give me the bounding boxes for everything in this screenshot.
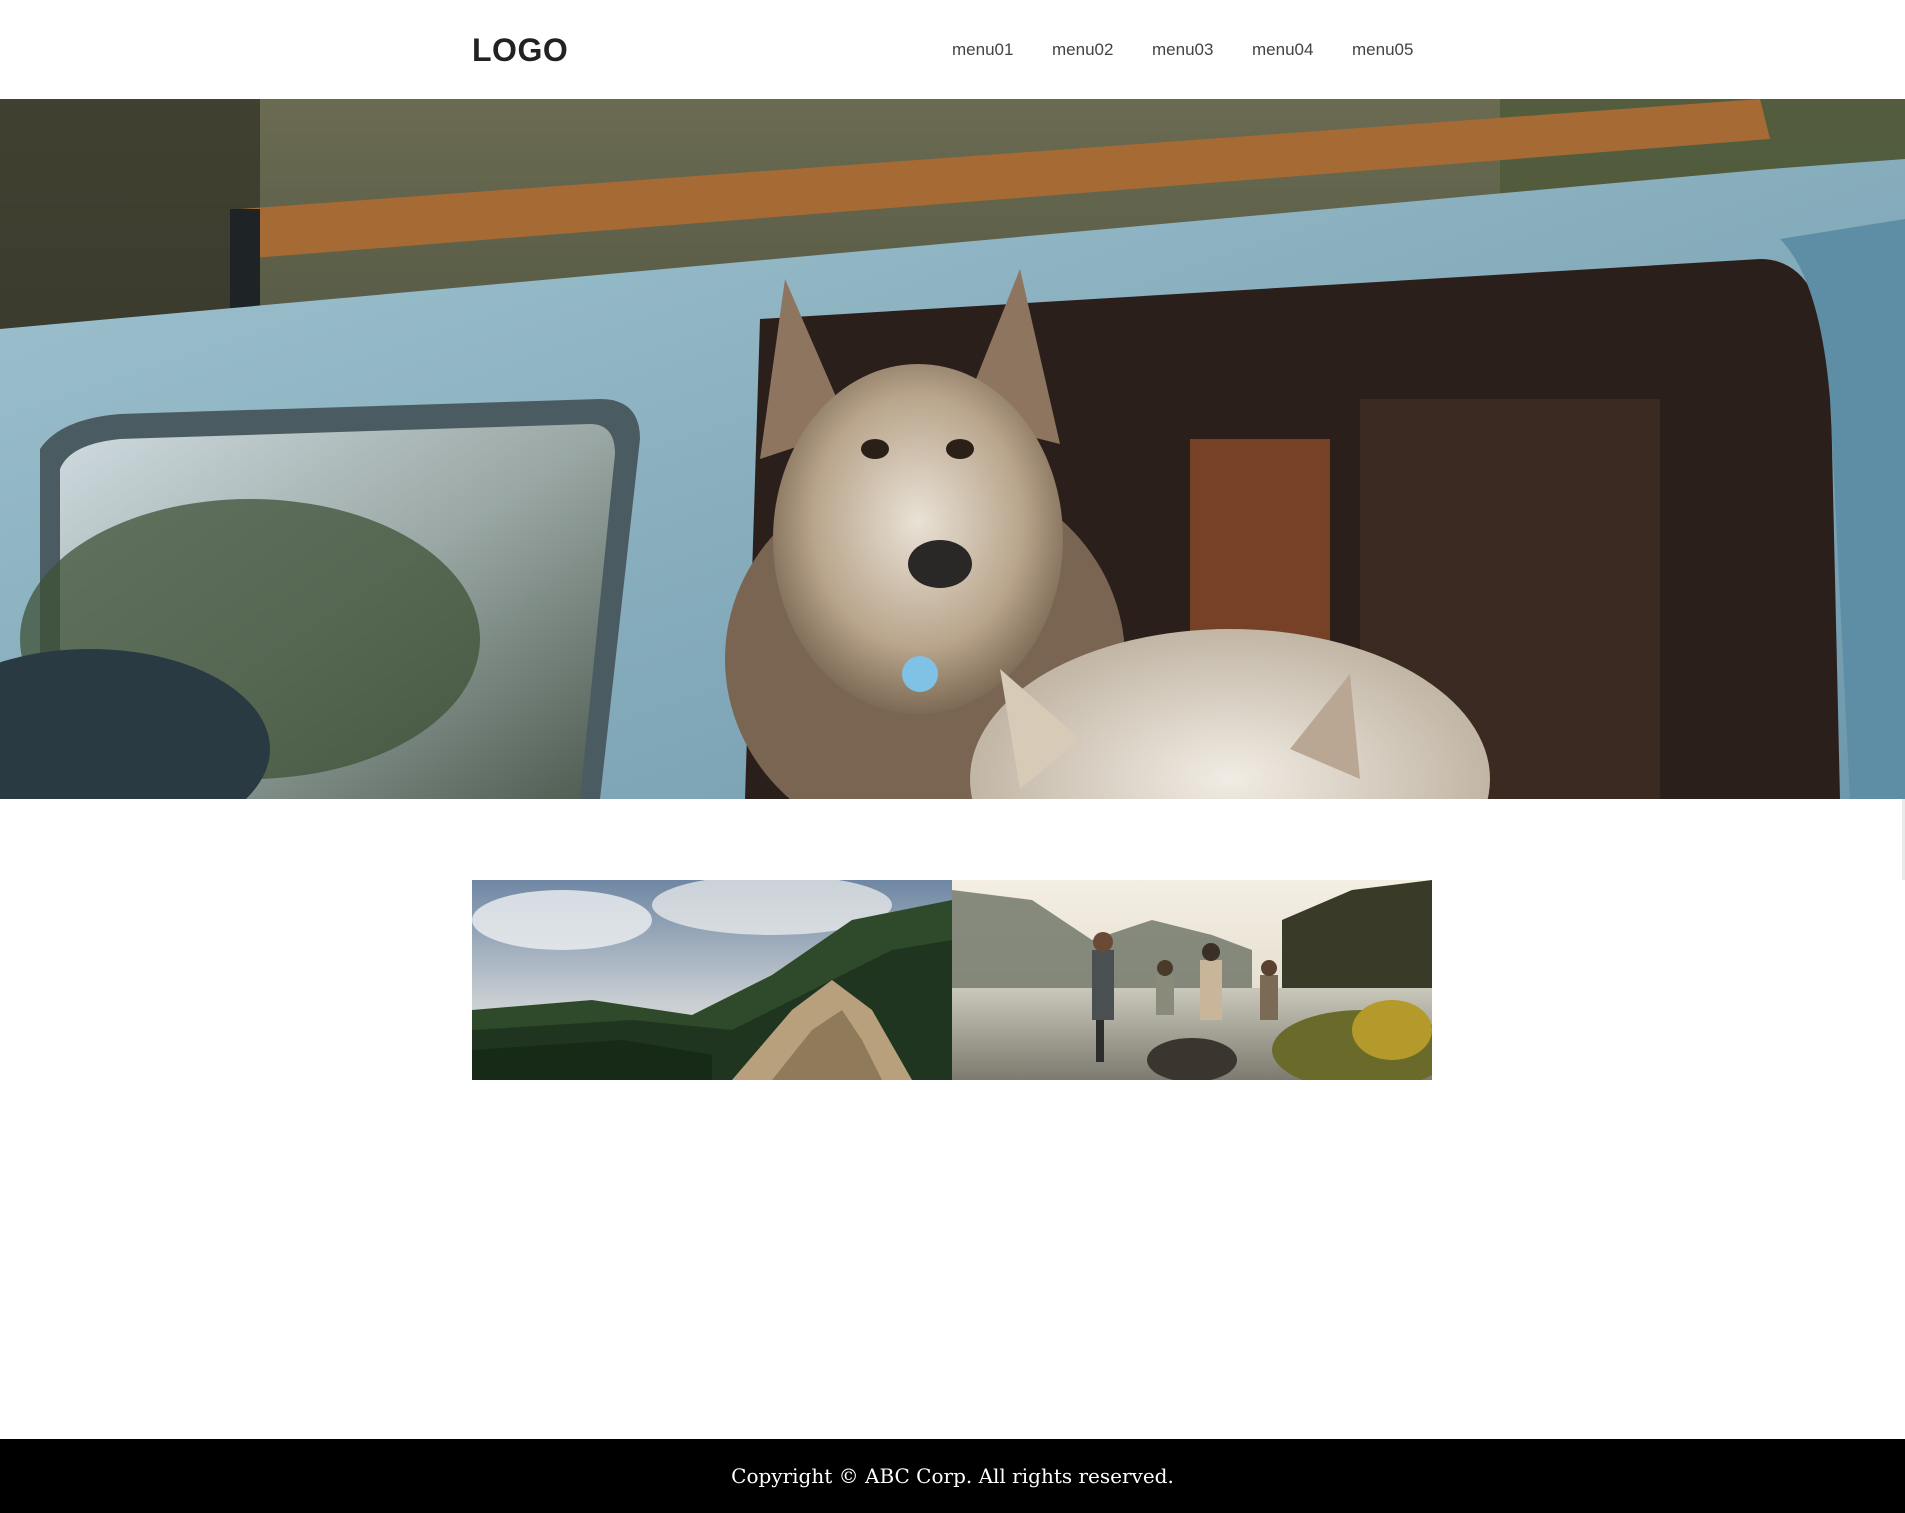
gallery-image-forest[interactable]: [472, 880, 952, 1080]
site-header: LOGO menu01 menu02 menu03 menu04 menu05: [0, 0, 1905, 99]
hero-image: [0, 99, 1905, 799]
gallery-image-lake[interactable]: [952, 880, 1432, 1080]
main-nav: menu01 menu02 menu03 menu04 menu05: [952, 38, 1452, 62]
hero-illustration: [0, 99, 1905, 799]
site-footer: Copyright © ABC Corp. All rights reserve…: [0, 1439, 1905, 1513]
nav-item-menu02[interactable]: menu02: [1052, 38, 1152, 62]
page: LOGO menu01 menu02 menu03 menu04 menu05: [0, 0, 1905, 1513]
forest-cliff-illustration: [472, 880, 952, 1080]
people-lake-illustration: [952, 880, 1432, 1080]
nav-item-menu01[interactable]: menu01: [952, 38, 1052, 62]
nav-item-menu05[interactable]: menu05: [1352, 38, 1452, 62]
logo[interactable]: LOGO: [472, 30, 568, 70]
nav-item-menu03[interactable]: menu03: [1152, 38, 1252, 62]
gallery: [472, 880, 1432, 1080]
copyright-text: Copyright © ABC Corp. All rights reserve…: [731, 1464, 1174, 1488]
nav-item-menu04[interactable]: menu04: [1252, 38, 1352, 62]
